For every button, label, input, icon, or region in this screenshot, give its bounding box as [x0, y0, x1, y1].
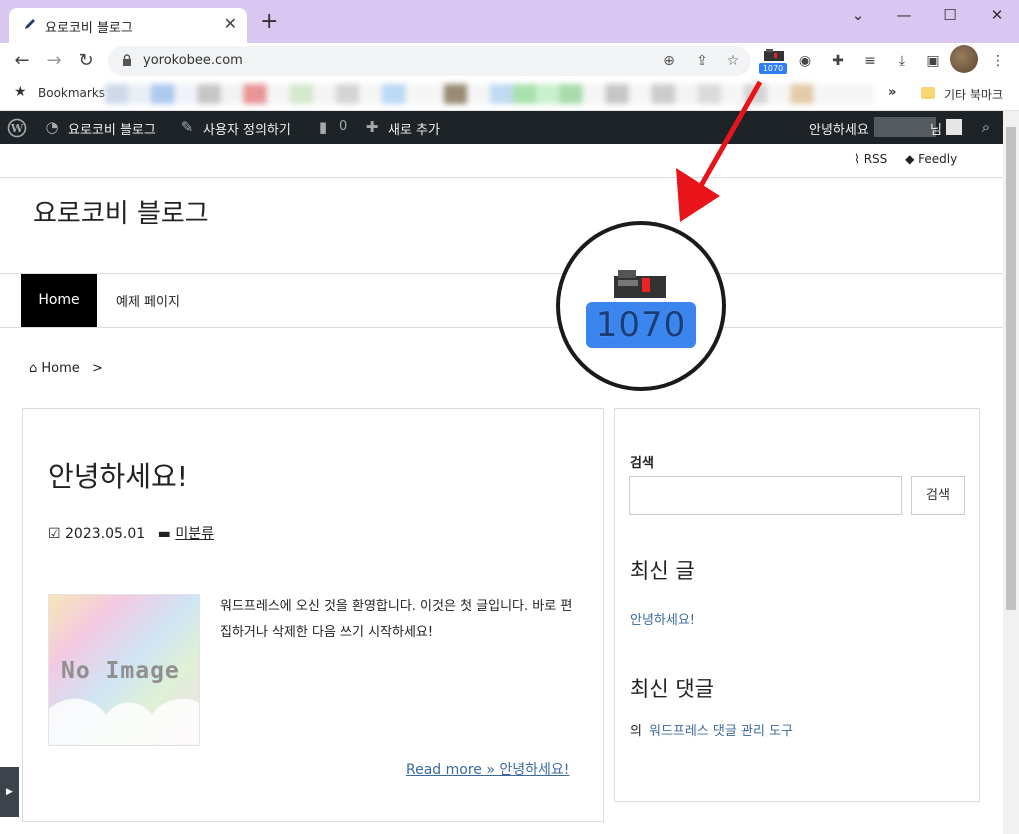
camera-extension-icon-magnified: [614, 270, 666, 298]
annotation-arrow-head: [676, 168, 720, 222]
annotation-overlay: [556, 80, 763, 391]
side-panel-toggle[interactable]: ▶: [0, 767, 19, 817]
magnified-badge: 1070: [586, 302, 696, 348]
